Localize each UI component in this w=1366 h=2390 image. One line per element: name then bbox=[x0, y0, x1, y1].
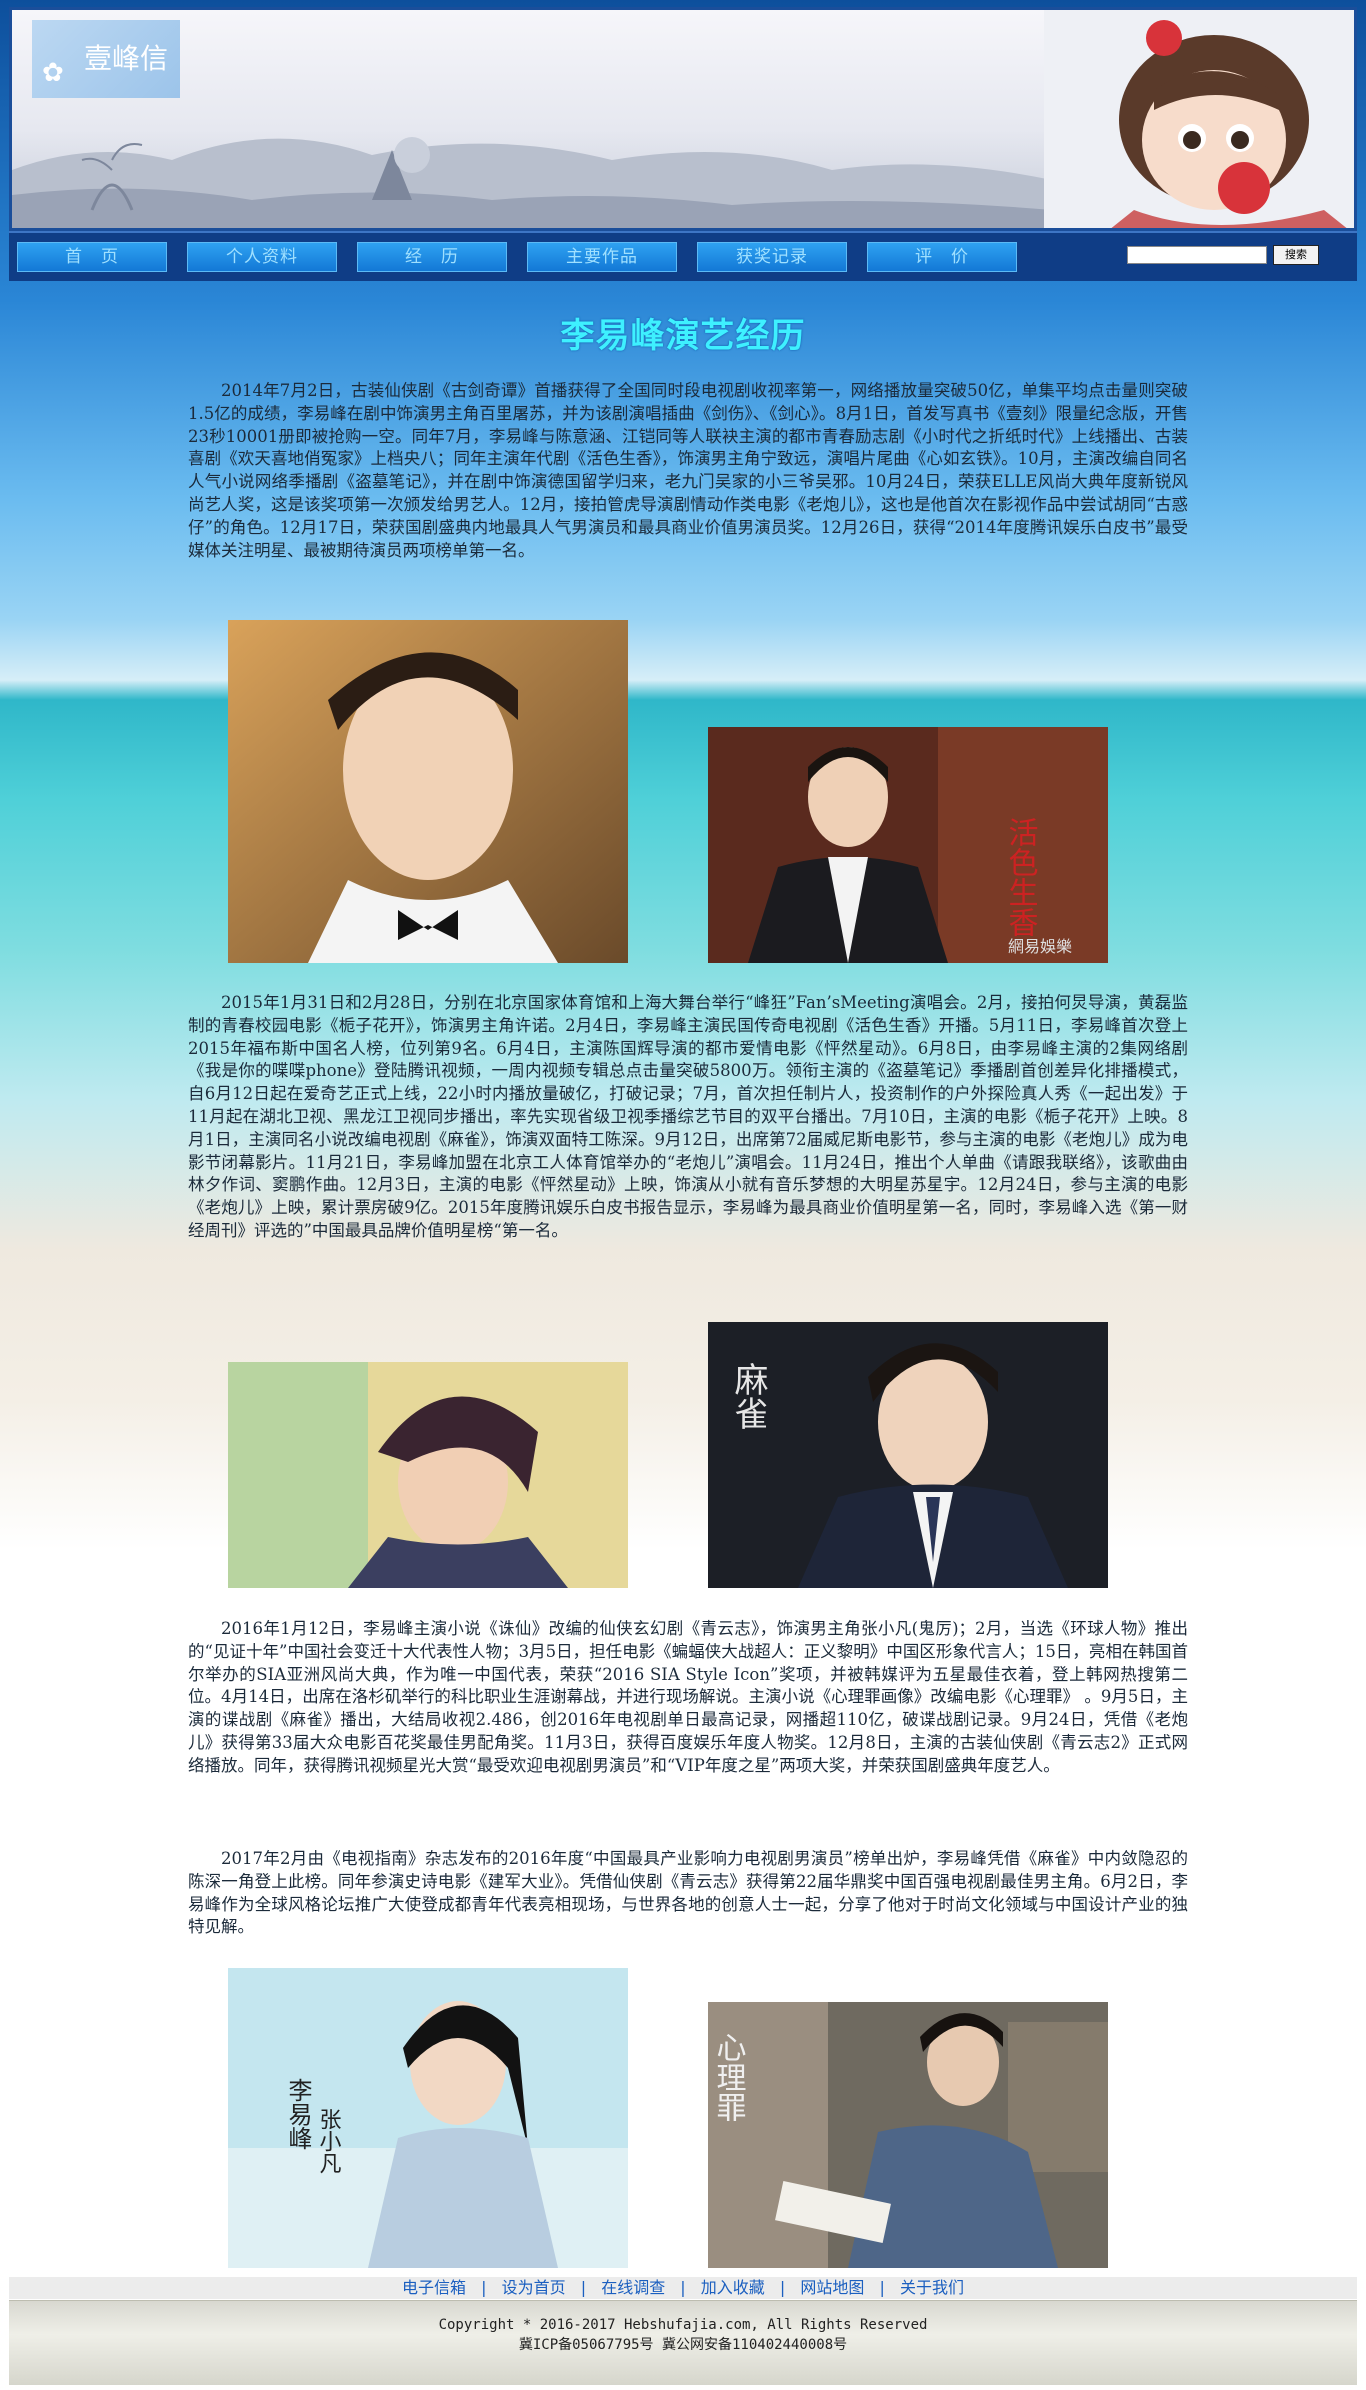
icp-text: 冀ICP备05067795号 冀公网安备110402440008号 bbox=[518, 2337, 848, 2353]
header-scenery-art bbox=[12, 137, 1052, 228]
footer-link-sitemap[interactable]: 网站地图 bbox=[800, 2278, 864, 2297]
photo-4-title: 麻雀 bbox=[728, 1362, 768, 1430]
photo-portrait-1 bbox=[228, 620, 628, 963]
photo-portrait-6: 心理罪 bbox=[708, 2002, 1108, 2268]
photo-portrait-4: 麻雀 bbox=[708, 1322, 1108, 1588]
photo-2-watermark: 網易娛樂 bbox=[1008, 937, 1072, 956]
photo-portrait-5: 李易峰 张小凡 bbox=[228, 1968, 628, 2268]
page-title: 李易峰演艺经历 bbox=[560, 316, 806, 356]
nav-awards[interactable]: 获奖记录 bbox=[697, 242, 847, 272]
site-header: ✿ 壹峰信 bbox=[9, 7, 1357, 231]
photo-portrait-3 bbox=[228, 1362, 628, 1588]
cartoon-avatar-art bbox=[1044, 10, 1354, 228]
footer-separator: | bbox=[481, 2278, 487, 2297]
footer-separator: | bbox=[580, 2278, 587, 2297]
nav-profile[interactable]: 个人资料 bbox=[187, 242, 337, 272]
footer-separator: | bbox=[779, 2278, 786, 2297]
paragraph-2017: 2017年2月由《电视指南》杂志发布的2016年度“中国最具产业影响力电视剧男演… bbox=[188, 1849, 1188, 1937]
paragraph-2016: 2016年1月12日，李易峰主演小说《诛仙》改编的仙侠玄幻剧《青云志》，饰演男主… bbox=[188, 1619, 1188, 1775]
photo-6-title: 心理罪 bbox=[711, 2032, 746, 2122]
search-button[interactable]: 搜索 bbox=[1273, 245, 1319, 265]
nav-home[interactable]: 首 页 bbox=[17, 242, 167, 272]
footer-link-survey[interactable]: 在线调查 bbox=[601, 2278, 665, 2297]
paragraph-2015: 2015年1月31日和2月28日，分别在北京国家体育馆和上海大舞台举行“峰狂”F… bbox=[188, 993, 1188, 1240]
photo-5-role: 张小凡 bbox=[316, 2108, 342, 2174]
search-input[interactable] bbox=[1127, 246, 1267, 264]
site-logo[interactable]: ✿ 壹峰信 bbox=[32, 20, 180, 98]
nav-reviews[interactable]: 评 价 bbox=[867, 242, 1017, 272]
main-nav: 首 页 个人资料 经 历 主要作品 获奖记录 评 价 搜索 bbox=[9, 231, 1357, 281]
footer-link-about[interactable]: 关于我们 bbox=[900, 2278, 964, 2297]
footer-link-bookmark[interactable]: 加入收藏 bbox=[701, 2278, 765, 2297]
footer-link-email[interactable]: 电子信箱 bbox=[402, 2278, 466, 2297]
footer-link-set-home[interactable]: 设为首页 bbox=[502, 2278, 566, 2297]
photo-2-title: 活色生香 bbox=[1003, 817, 1038, 937]
photo-portrait-2: 活色生香 網易娛樂 bbox=[708, 727, 1108, 963]
nav-works[interactable]: 主要作品 bbox=[527, 242, 677, 272]
site-footer: Copyright * 2016-2017 Hebshufajia.com, A… bbox=[9, 2300, 1357, 2385]
logo-text: 壹峰信 bbox=[83, 42, 168, 75]
photo-5-name: 李易峰 bbox=[284, 2078, 312, 2150]
footer-separator: | bbox=[680, 2278, 686, 2297]
footer-separator: | bbox=[879, 2278, 885, 2297]
paragraph-2014: 2014年7月2日，古装仙侠剧《古剑奇谭》首播获得了全国同时段电视剧收视率第一，… bbox=[188, 381, 1188, 560]
copyright-text: Copyright * 2016-2017 Hebshufajia.com, A… bbox=[438, 2317, 928, 2333]
nav-experience[interactable]: 经 历 bbox=[357, 242, 507, 272]
footer-links: 电子信箱 | 设为首页 | 在线调查 | 加入收藏 | 网站地图 | 关于我们 bbox=[9, 2277, 1357, 2299]
